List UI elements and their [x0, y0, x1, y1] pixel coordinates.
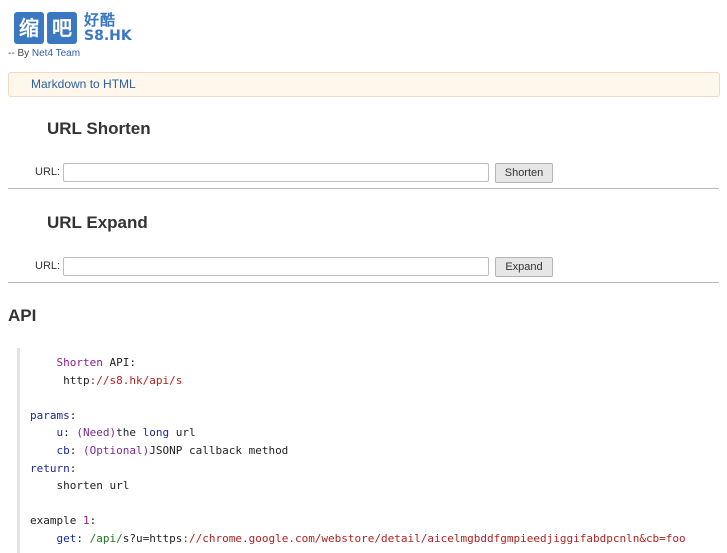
- api-code-block: Shorten API: http://s8.hk/api/s params: …: [17, 348, 722, 553]
- byline: -- By Net4 Team: [8, 48, 80, 59]
- shorten-title: URL Shorten: [47, 119, 151, 138]
- byline-prefix: -- By: [8, 48, 32, 59]
- logo-domain: S8.HK: [84, 28, 132, 44]
- expand-title: URL Expand: [47, 213, 148, 232]
- markdown-to-html-link[interactable]: Markdown to HTML: [31, 77, 136, 91]
- shorten-url-label: URL:: [35, 166, 61, 178]
- api-code: Shorten API: http://s8.hk/api/s params: …: [30, 356, 686, 545]
- expand-button[interactable]: Expand: [495, 257, 553, 277]
- shorten-url-input[interactable]: [63, 163, 489, 182]
- logo-char-2: 吧: [47, 12, 77, 44]
- team-link[interactable]: Net4 Team: [32, 48, 80, 59]
- logo-tagline: 好酷: [84, 11, 117, 29]
- api-title: API: [8, 306, 37, 325]
- divider: [8, 282, 719, 283]
- logo-char-1: 缩: [14, 12, 44, 44]
- nav-bar: Markdown to HTML: [8, 72, 720, 97]
- expand-url-label: URL:: [35, 260, 61, 272]
- expand-url-input[interactable]: [63, 257, 489, 276]
- divider: [8, 188, 719, 189]
- site-logo[interactable]: 缩 吧 好酷 S8.HK: [14, 12, 132, 48]
- shorten-button[interactable]: Shorten: [495, 163, 553, 183]
